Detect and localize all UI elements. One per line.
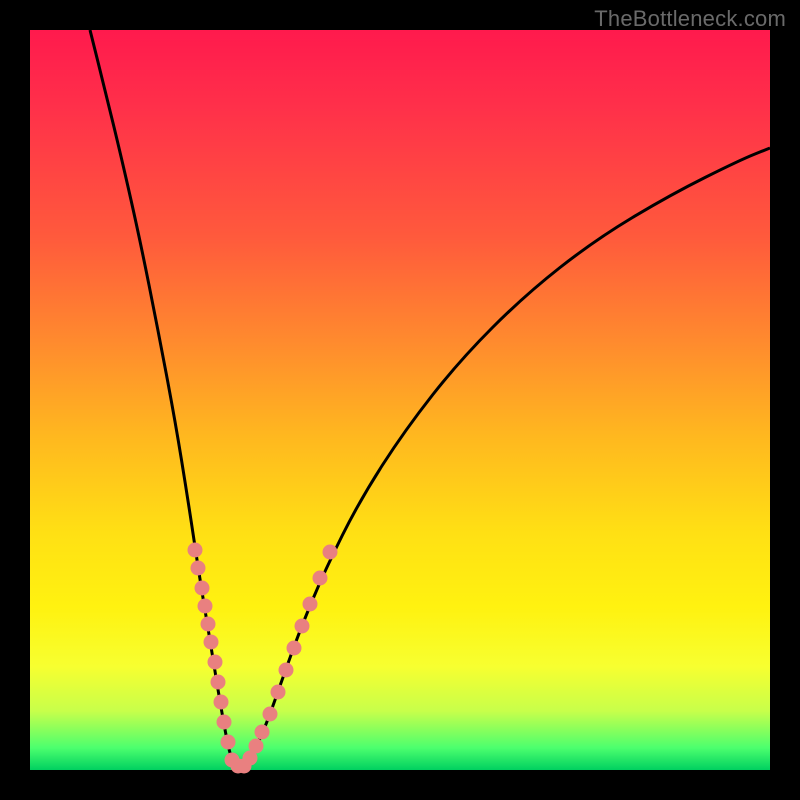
data-dot [249, 739, 264, 754]
plot-area [30, 30, 770, 770]
data-dot [295, 619, 310, 634]
data-dot [323, 545, 338, 560]
data-dot [217, 715, 232, 730]
chart-frame: TheBottleneck.com [0, 0, 800, 800]
data-dot [204, 635, 219, 650]
data-dot [211, 675, 226, 690]
data-dot [221, 735, 236, 750]
data-dot [188, 543, 203, 558]
right-curve [246, 148, 770, 766]
data-dot [313, 571, 328, 586]
data-dot [208, 655, 223, 670]
data-dot [287, 641, 302, 656]
data-dot [195, 581, 210, 596]
curve-layer [30, 30, 770, 770]
data-dot [279, 663, 294, 678]
data-dot [303, 597, 318, 612]
dots-group [188, 543, 338, 774]
data-dot [191, 561, 206, 576]
watermark-text: TheBottleneck.com [594, 6, 786, 32]
data-dot [255, 725, 270, 740]
data-dot [201, 617, 216, 632]
data-dot [198, 599, 213, 614]
data-dot [263, 707, 278, 722]
curves-group [90, 30, 770, 766]
data-dot [271, 685, 286, 700]
data-dot [214, 695, 229, 710]
